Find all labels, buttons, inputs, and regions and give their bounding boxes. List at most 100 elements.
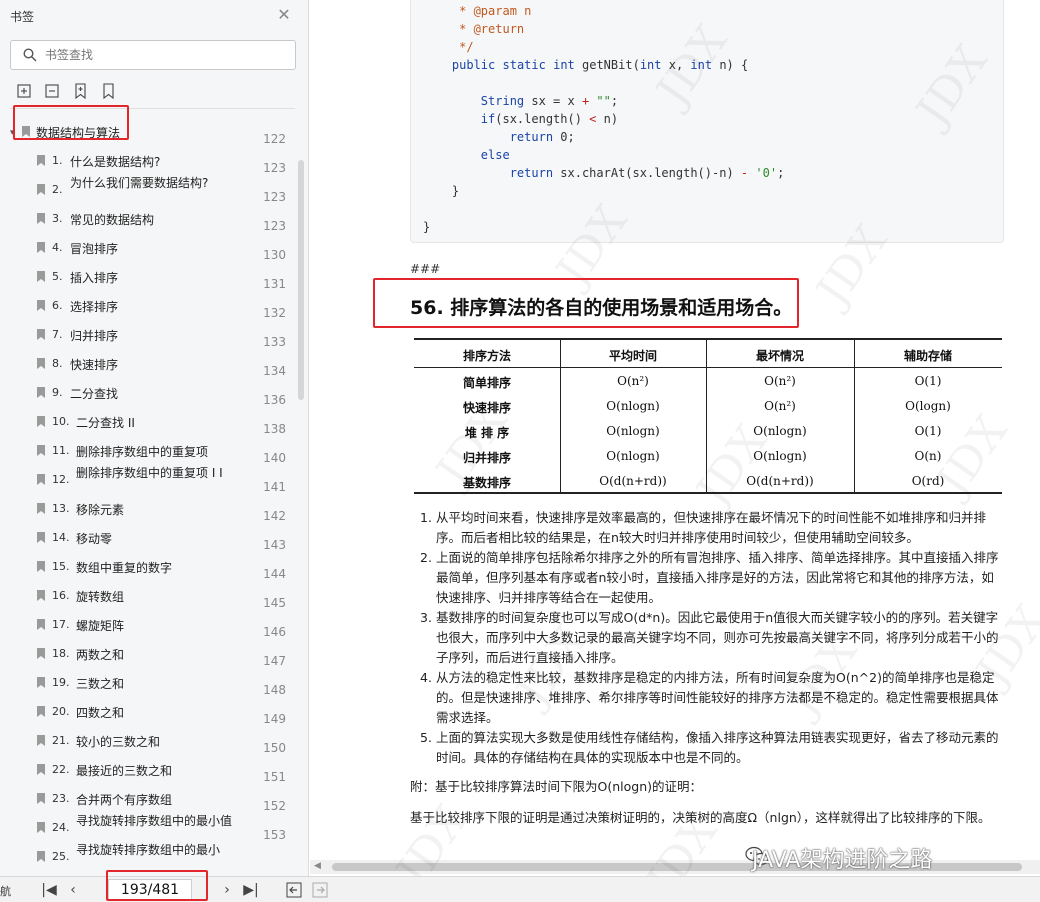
bookmark-number: 23. [52, 792, 70, 805]
bookmark-label: 最接近的三数之和 [76, 764, 173, 778]
bookmark-number: 9. [52, 386, 63, 399]
add-bookmark-icon[interactable] [72, 82, 90, 100]
bookmark-search-input[interactable] [45, 45, 285, 65]
bookmark-number: 18. [52, 647, 70, 660]
bookmark-number: 1. [52, 154, 63, 167]
bookmark-item[interactable]: 18. 两数之和 147 [0, 640, 300, 669]
bookmark-page: 132 [263, 306, 286, 320]
bookmark-item[interactable]: 17. 螺旋矩阵 146 [0, 611, 300, 640]
bookmark-page: 147 [263, 654, 286, 668]
bookmark-item[interactable]: 7. 归并排序 133 [0, 321, 300, 350]
note-number: 4. [420, 670, 432, 685]
note-text: 上面说的简单排序包括除希尔排序之外的所有冒泡排序、插入排序、简单选择排序。其中直… [436, 550, 999, 605]
code-line: public static int getNBit(int x, int n) … [451, 58, 749, 72]
table-cell: O(d(n+rd)) [599, 474, 667, 488]
code-line: } [423, 220, 431, 234]
bookmark-item[interactable]: 25. 寻找旋转排序数组中的最小 [0, 843, 300, 872]
scroll-left-icon[interactable]: ◀ [314, 861, 321, 871]
bookmark-item[interactable]: 16. 旋转数组 145 [0, 582, 300, 611]
bookmark-label: 快速排序 [70, 358, 119, 372]
bookmark-page: 150 [263, 741, 286, 755]
bookmark-item[interactable]: 21. 较小的三数之和 150 [0, 727, 300, 756]
code-line: return sx.charAt(sx.length()-n) - '0'; [509, 166, 785, 180]
bookmark-number: 19. [52, 676, 70, 689]
bookmark-label: 冒泡排序 [70, 242, 119, 256]
section-title: 56. 排序算法的各自的使用场景和适用场合。 [410, 297, 793, 319]
bookmark-item[interactable]: 23. 合并两个有序数组 152 [0, 785, 300, 814]
bookmark-icon [37, 851, 45, 862]
sidebar-title: 书签 [10, 10, 35, 24]
table-header-cell: 最坏情况 [755, 349, 804, 363]
bookmark-root[interactable]: ▾ 数据结构与算法 122 [0, 118, 300, 147]
close-icon[interactable]: ✕ [276, 7, 292, 23]
bookmark-item[interactable]: 24. 寻找旋转排序数组中的最小值 153 [0, 814, 300, 843]
bookmark-label: 移动零 [76, 532, 113, 546]
bookmark-number: 2. [52, 183, 63, 196]
bookmark-item[interactable]: 4. 冒泡排序 130 [0, 234, 300, 263]
bookmark-item[interactable]: 11. 删除排序数组中的重复项 140 [0, 437, 300, 466]
note-text: 从平均时间来看，快速排序是效率最高的，但快速排序在最坏情况下的时间性能不如堆排序… [436, 510, 987, 545]
bookmark-item[interactable]: 6. 选择排序 132 [0, 292, 300, 321]
table-cell: O(nlogn) [753, 424, 807, 438]
next-page-icon[interactable]: › [218, 881, 236, 899]
watermark-brand: JAVA架构进阶之路 [752, 848, 933, 873]
bookmark-label: 寻找旋转排序数组中的最小 [76, 843, 221, 857]
bookmark-item[interactable]: 8. 快速排序 134 [0, 350, 300, 379]
table-cell: O(n) [914, 449, 942, 463]
bookmark-number: 8. [52, 357, 63, 370]
bookmark-icon [37, 358, 45, 369]
bookmark-item[interactable]: 9. 二分查找 136 [0, 379, 300, 408]
bookmark-label: 数组中重复的数字 [76, 561, 173, 575]
bookmark-number: 25. [52, 850, 70, 863]
forward-view-icon[interactable] [312, 882, 328, 898]
bookmark-page: 142 [263, 509, 286, 523]
bookmark-label: 删除排序数组中的重复项 [76, 445, 209, 459]
bookmark-item[interactable]: 22. 最接近的三数之和 151 [0, 756, 300, 785]
bookmark-icon[interactable] [100, 82, 118, 100]
bookmark-icon [37, 561, 45, 572]
bookmark-item[interactable]: 13. 移除元素 142 [0, 495, 300, 524]
bookmark-item[interactable]: 20. 四数之和 149 [0, 698, 300, 727]
table-cell: O(1) [914, 424, 942, 438]
bookmark-item[interactable]: 1. 什么是数据结构? 123 [0, 147, 300, 176]
expand-arrow-icon[interactable]: ▾ [10, 128, 15, 138]
bookmark-item[interactable]: 14. 移动零 143 [0, 524, 300, 553]
bookmark-number: 22. [52, 763, 70, 776]
code-line: * @return [423, 22, 525, 36]
bookmark-page: 144 [263, 567, 286, 581]
collapse-all-icon[interactable] [44, 82, 62, 100]
bottom-navigation-bar: 航 |◀ ‹ 193/481 › ▶| [0, 876, 1040, 902]
bookmark-search-box[interactable] [10, 40, 296, 70]
bookmark-page: 123 [263, 219, 286, 233]
search-icon [23, 48, 37, 62]
page-number-field[interactable]: 193/481 [108, 879, 192, 901]
expand-all-icon[interactable] [16, 82, 34, 100]
bookmark-item[interactable]: 19. 三数之和 148 [0, 669, 300, 698]
last-page-icon[interactable]: ▶| [242, 881, 260, 899]
bookmark-icon [37, 735, 45, 746]
bookmark-icon [37, 271, 45, 282]
bookmark-label: 两数之和 [76, 648, 125, 662]
bookmark-item[interactable]: 15. 数组中重复的数字 144 [0, 553, 300, 582]
table-cell: O(n²) [764, 374, 796, 388]
bookmark-item[interactable]: 12. 删除排序数组中的重复项 I I 141 [0, 466, 300, 495]
bookmark-item[interactable]: 10. 二分查找 II 138 [0, 408, 300, 437]
bookmark-label: 较小的三数之和 [76, 735, 161, 749]
bookmark-page: 123 [263, 190, 286, 204]
bookmark-icon [37, 764, 45, 775]
prev-page-icon[interactable]: ‹ [64, 881, 82, 899]
back-view-icon[interactable] [286, 882, 302, 898]
sidebar-scrollbar[interactable] [298, 160, 304, 400]
code-line: return 0; [509, 130, 575, 144]
bookmark-item[interactable]: 3. 常见的数据结构 123 [0, 205, 300, 234]
bookmark-number: 24. [52, 821, 70, 834]
bookmark-page: 149 [263, 712, 286, 726]
bookmark-item[interactable]: 2. 为什么我们需要数据结构? 123 [0, 176, 300, 205]
bookmark-tree: ▾ 数据结构与算法 122 1. 什么是数据结构? 123 2. 为什么我们需要数据结构… [0, 118, 300, 878]
bookmark-item[interactable]: 5. 插入排序 131 [0, 263, 300, 292]
bookmark-number: 16. [52, 589, 70, 602]
table-cell: O(1) [914, 374, 942, 388]
markdown-hashes: ### [410, 262, 441, 276]
bookmark-page: 153 [263, 828, 286, 842]
first-page-icon[interactable]: |◀ [40, 881, 58, 899]
